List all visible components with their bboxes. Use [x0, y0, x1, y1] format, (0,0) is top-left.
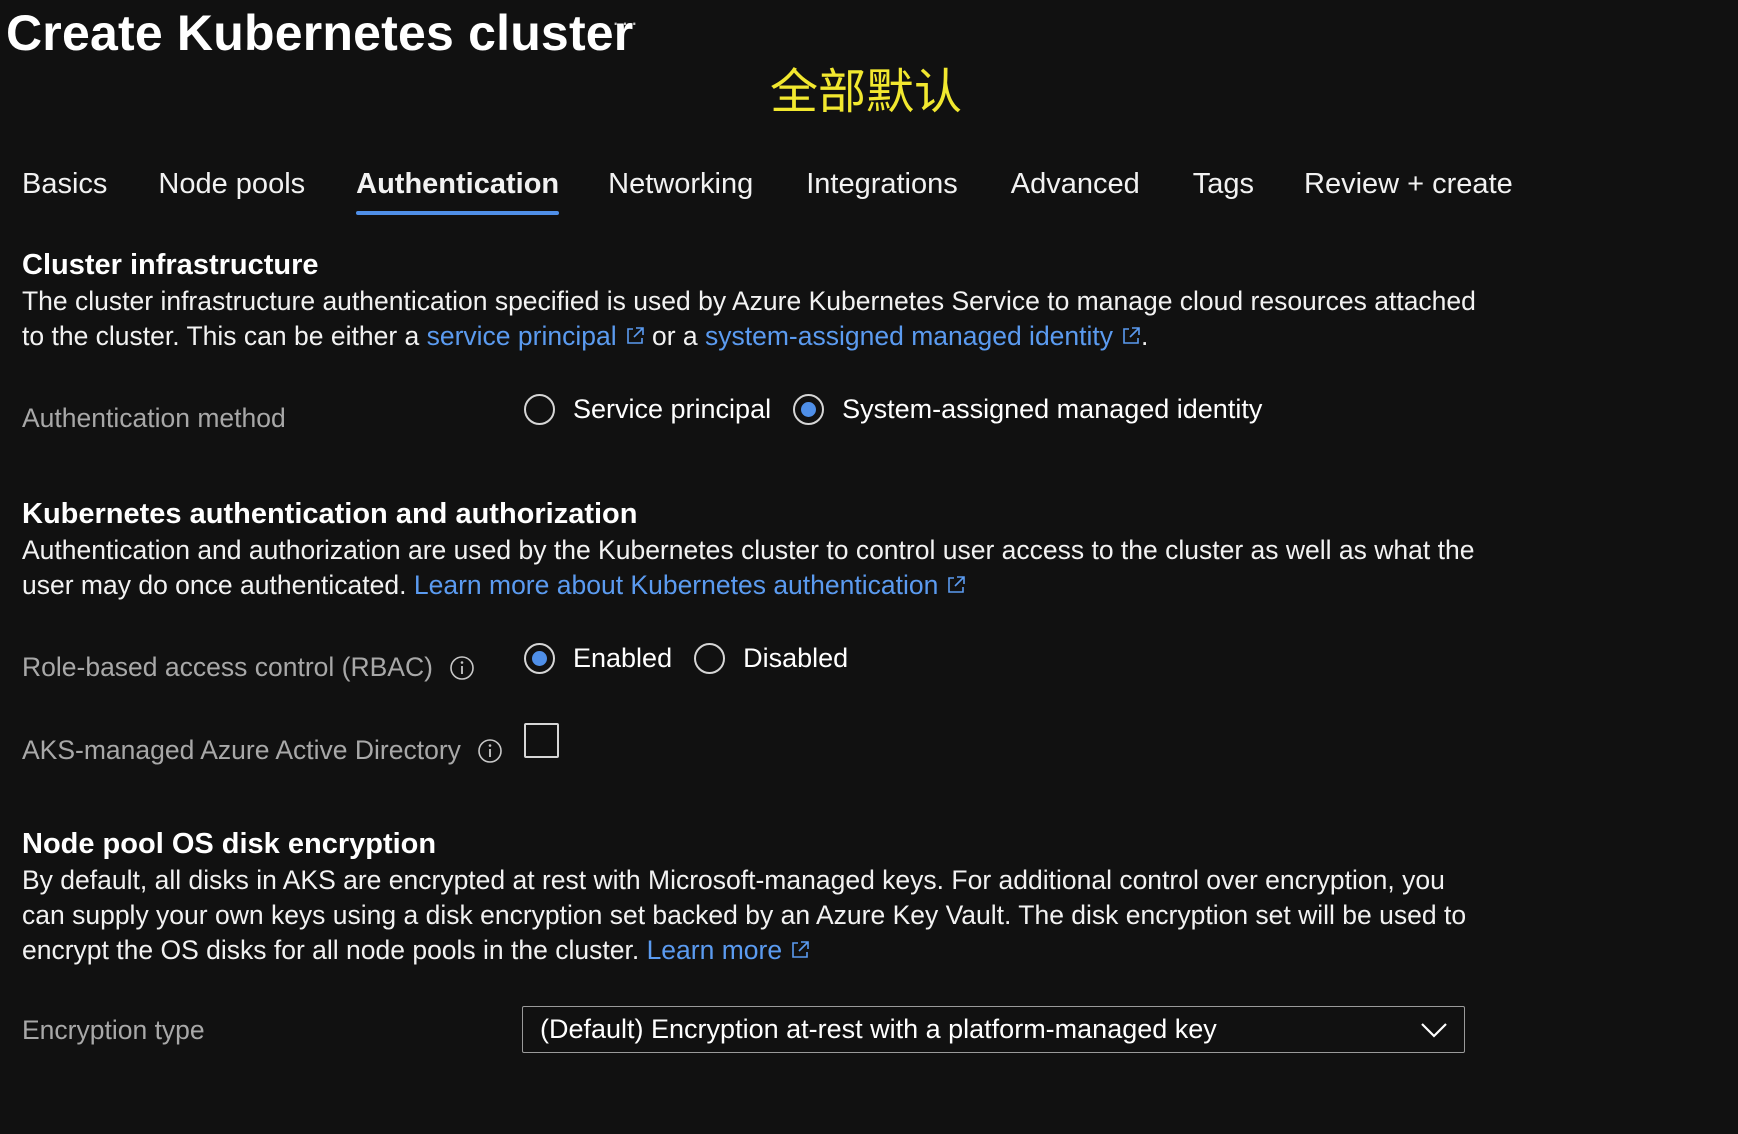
radio-label: Disabled — [743, 643, 849, 673]
radio-service-principal[interactable]: Service principal — [524, 394, 771, 425]
authentication-method-radio-group: Service principal System-assigned manage… — [524, 394, 1284, 425]
external-link-icon — [948, 576, 966, 593]
learn-more-disk-encryption-link-text[interactable]: Learn more — [647, 935, 783, 965]
radio-button[interactable] — [694, 643, 726, 674]
radio-label: Enabled — [573, 643, 673, 673]
service-principal-link-text[interactable]: service principal — [427, 321, 617, 351]
radio-system-assigned-managed-identity[interactable]: System-assigned managed identity — [793, 394, 1262, 425]
page-title: Create Kubernetes cluster — [6, 5, 634, 61]
external-link-icon — [626, 327, 644, 344]
tab-tags[interactable]: Tags — [1193, 168, 1254, 215]
managed-identity-link[interactable]: system-assigned managed identity — [705, 321, 1141, 351]
radio-button[interactable] — [524, 394, 555, 425]
disk-encryption-title: Node pool OS disk encryption — [22, 828, 437, 860]
annotation-text: 全部默认 — [770, 64, 963, 120]
tab-node-pools[interactable]: Node pools — [158, 168, 305, 215]
authentication-method-label: Authentication method — [22, 403, 286, 434]
more-options-button[interactable]: ··· — [612, 10, 640, 36]
disk-encryption-description: By default, all disks in AKS are encrypt… — [22, 863, 1492, 968]
info-icon[interactable] — [477, 738, 503, 764]
managed-identity-link-text[interactable]: system-assigned managed identity — [705, 321, 1113, 351]
tab-networking[interactable]: Networking — [608, 168, 753, 215]
tab-bar: Basics Node pools Authentication Network… — [22, 168, 1513, 215]
rbac-label: Role-based access control (RBAC) — [22, 652, 475, 683]
radio-rbac-disabled[interactable]: Disabled — [694, 643, 848, 674]
learn-more-k8s-auth-link[interactable]: Learn more about Kubernetes authenticati… — [414, 570, 966, 600]
radio-rbac-enabled[interactable]: Enabled — [524, 643, 672, 674]
aks-managed-aad-checkbox[interactable] — [524, 723, 559, 758]
radio-label: Service principal — [573, 394, 772, 424]
radio-button-selected[interactable] — [524, 643, 555, 674]
cluster-infra-desc-end: . — [1141, 321, 1149, 351]
radio-selected-dot — [801, 402, 817, 417]
radio-selected-dot — [532, 651, 547, 666]
learn-more-k8s-auth-link-text[interactable]: Learn more about Kubernetes authenticati… — [414, 570, 938, 600]
aad-label-text: AKS-managed Azure Active Directory — [22, 735, 461, 765]
tab-basics[interactable]: Basics — [22, 168, 107, 215]
k8s-auth-title: Kubernetes authentication and authorizat… — [22, 498, 638, 530]
rbac-label-text: Role-based access control (RBAC) — [22, 652, 433, 682]
authentication-method-label-text: Authentication method — [22, 403, 286, 433]
radio-button-selected[interactable] — [793, 394, 825, 425]
encryption-type-label-text: Encryption type — [22, 1015, 205, 1045]
info-icon[interactable] — [449, 655, 475, 681]
cluster-infrastructure-description: The cluster infrastructure authenticatio… — [22, 284, 1492, 354]
encryption-type-dropdown[interactable]: (Default) Encryption at-rest with a plat… — [522, 1006, 1465, 1053]
tab-advanced[interactable]: Advanced — [1011, 168, 1140, 215]
radio-label: System-assigned managed identity — [842, 394, 1263, 424]
learn-more-disk-encryption-link[interactable]: Learn more — [647, 935, 811, 965]
encryption-type-label: Encryption type — [22, 1015, 205, 1046]
service-principal-link[interactable]: service principal — [427, 321, 645, 351]
tab-integrations[interactable]: Integrations — [806, 168, 958, 215]
chevron-down-icon — [1421, 1022, 1447, 1038]
tab-review-create[interactable]: Review + create — [1304, 168, 1513, 215]
cluster-infra-desc-or: or a — [644, 321, 705, 351]
aad-label: AKS-managed Azure Active Directory — [22, 735, 503, 766]
encryption-type-value: (Default) Encryption at-rest with a plat… — [540, 1014, 1217, 1044]
k8s-auth-description: Authentication and authorization are use… — [22, 533, 1492, 603]
external-link-icon — [1123, 327, 1140, 344]
external-link-icon — [792, 941, 809, 958]
tab-authentication[interactable]: Authentication — [356, 168, 560, 215]
rbac-radio-group: Enabled Disabled — [524, 643, 870, 674]
cluster-infrastructure-title: Cluster infrastructure — [22, 249, 319, 281]
